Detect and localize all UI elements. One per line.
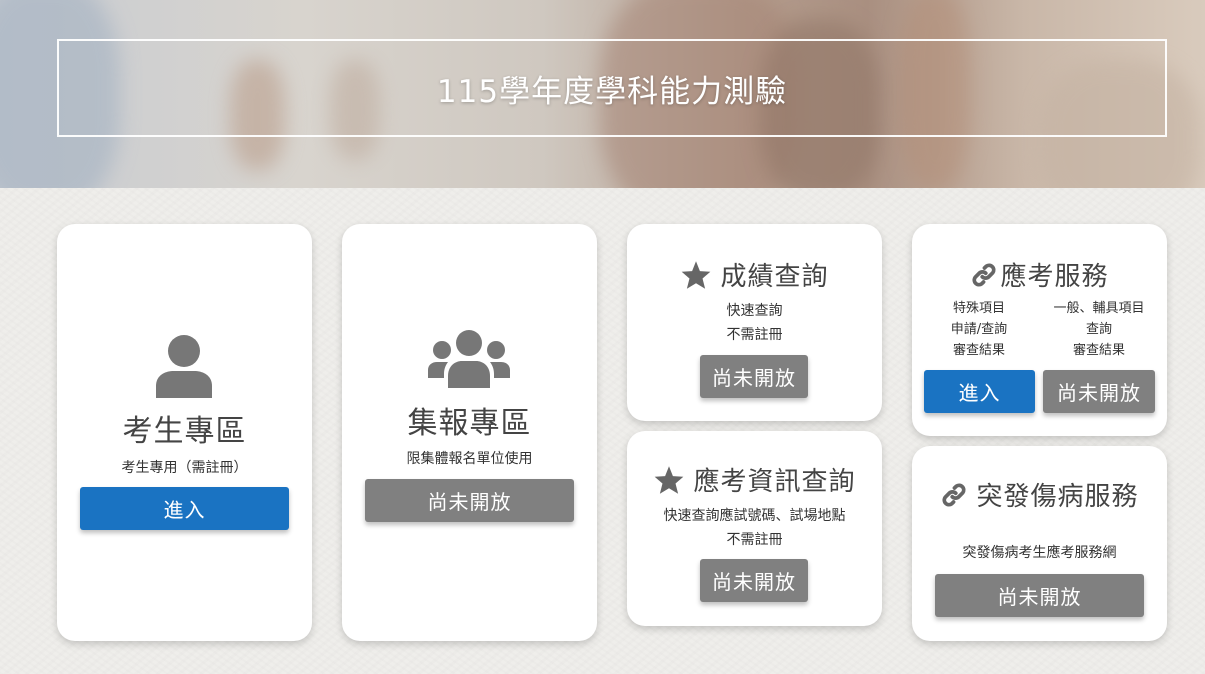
emergency-card-subtitle: 突發傷病考生應考服務網 (962, 545, 1117, 561)
service-not-open-button[interactable]: 尚未開放 (1043, 370, 1155, 413)
hero-banner: 115學年度學科能力測驗 (0, 0, 1205, 188)
service-col-special: 特殊項目 申請/查詢 審查結果 (912, 298, 1046, 361)
score-card-title: 成績查詢 (720, 262, 829, 292)
star-icon (682, 260, 711, 289)
service-enter-button[interactable]: 進入 (924, 370, 1035, 413)
group-card-title: 集報專區 (407, 406, 532, 441)
score-card-header: 成績查詢 (627, 256, 882, 293)
group-card-subtitle: 限集體報名單位使用 (406, 451, 533, 467)
service-card-header: 應考服務 (912, 256, 1167, 293)
service-col2-line3: 審查結果 (1072, 343, 1125, 358)
exam-info-card-line1: 快速查詢應試號碼、試場地點 (663, 508, 846, 524)
service-col2-line2: 查詢 (1085, 322, 1112, 337)
exam-info-card: 應考資訊查詢 快速查詢應試號碼、試場地點 不需註冊 尚未開放 (627, 431, 882, 626)
service-col1-line2: 申請/查詢 (950, 322, 1008, 337)
emergency-card: 突發傷病服務 突發傷病考生應考服務網 尚未開放 (912, 446, 1167, 641)
score-not-open-button[interactable]: 尚未開放 (700, 355, 808, 398)
emergency-card-header: 突發傷病服務 (912, 476, 1167, 513)
link-icon (972, 262, 997, 287)
emergency-not-open-button[interactable]: 尚未開放 (935, 574, 1144, 617)
user-icon (156, 335, 212, 398)
hero-title-frame: 115學年度學科能力測驗 (57, 39, 1167, 137)
page-title: 115學年度學科能力測驗 (436, 73, 788, 110)
emergency-card-title: 突發傷病服務 (976, 482, 1139, 512)
exam-info-card-line2: 不需註冊 (726, 532, 783, 548)
exam-info-card-title: 應考資訊查詢 (693, 467, 856, 497)
exam-info-card-header: 應考資訊查詢 (627, 461, 882, 498)
score-card: 成績查詢 快速查詢 不需註冊 尚未開放 (627, 224, 882, 421)
group-icon (428, 330, 510, 388)
score-card-line2: 不需註冊 (726, 327, 783, 343)
exam-info-not-open-button[interactable]: 尚未開放 (700, 559, 808, 602)
service-col-general: 一般、輔具項目 查詢 審查結果 (1036, 298, 1162, 361)
group-not-open-button[interactable]: 尚未開放 (365, 479, 574, 522)
link-icon (942, 482, 967, 507)
service-col1-line1: 特殊項目 (952, 301, 1005, 316)
service-card-title: 應考服務 (1000, 262, 1109, 292)
star-icon (655, 465, 684, 494)
student-enter-button[interactable]: 進入 (80, 487, 289, 530)
student-card: 考生專區 考生專用（需註冊） 進入 (57, 224, 312, 641)
group-card: 集報專區 限集體報名單位使用 尚未開放 (342, 224, 597, 641)
score-card-line1: 快速查詢 (726, 303, 783, 319)
service-col2-line1: 一般、輔具項目 (1053, 301, 1145, 316)
student-card-title: 考生專區 (122, 414, 247, 449)
student-card-subtitle: 考生專用（需註冊） (121, 460, 248, 476)
service-card: 應考服務 特殊項目 申請/查詢 審查結果 一般、輔具項目 查詢 審查結果 進入 … (912, 224, 1167, 436)
service-col1-line3: 審查結果 (952, 343, 1005, 358)
